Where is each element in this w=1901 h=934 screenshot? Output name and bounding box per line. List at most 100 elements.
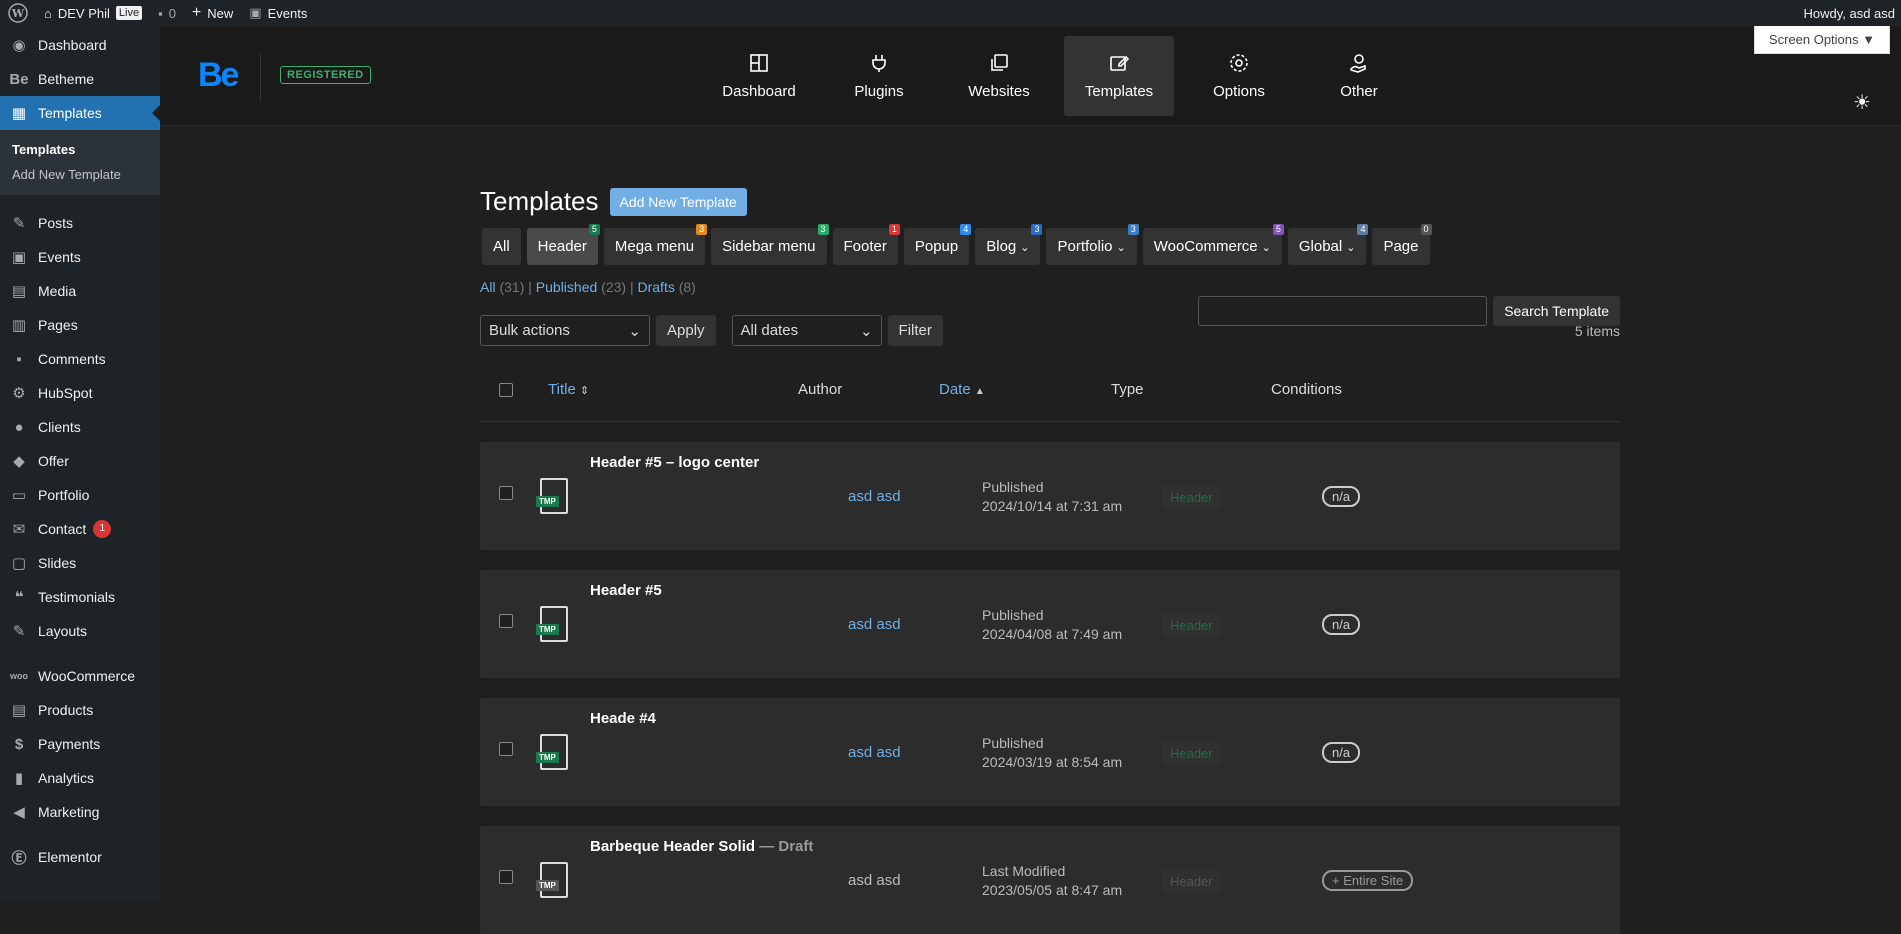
- cat-popup[interactable]: Popup 4: [903, 224, 972, 265]
- sidebar-item-hubspot[interactable]: ⚙ HubSpot: [0, 376, 160, 410]
- bulk-actions-select[interactable]: Bulk actions ⌄: [480, 315, 650, 346]
- sidebar-item-label: Payments: [38, 736, 101, 752]
- row-title[interactable]: Heade #4: [590, 710, 656, 727]
- row-checkbox[interactable]: [499, 742, 513, 756]
- comment-icon: ▪: [158, 5, 163, 21]
- sidebar-item-posts[interactable]: ✎ Posts: [0, 206, 160, 240]
- cat-blog[interactable]: Blog ⌄ 3: [975, 224, 1043, 265]
- archive-icon: ▤: [11, 702, 27, 719]
- comments-link[interactable]: ▪ 0: [150, 0, 184, 26]
- topnav-options[interactable]: Options: [1184, 36, 1294, 116]
- sidebar-item-elementor[interactable]: Ⓔ Elementor: [0, 840, 160, 874]
- hubspot-icon: ⚙: [12, 385, 26, 402]
- sun-icon[interactable]: ☀: [1853, 90, 1871, 115]
- filter-published[interactable]: Published: [536, 279, 598, 295]
- apply-button[interactable]: Apply: [656, 315, 716, 346]
- sidebar-item-clients[interactable]: ● Clients: [0, 410, 160, 444]
- filter-all[interactable]: All: [480, 279, 496, 295]
- site-name-link[interactable]: ⌂ DEV Phil Live: [36, 0, 150, 26]
- sidebar-item-contact[interactable]: ✉ Contact 1: [0, 512, 160, 546]
- row-title[interactable]: Header #5: [590, 582, 662, 599]
- row-checkbox[interactable]: [499, 614, 513, 628]
- cat-all[interactable]: All: [482, 228, 521, 265]
- topnav-dashboard[interactable]: Dashboard: [704, 36, 814, 116]
- dashboard-icon: ◉: [12, 37, 26, 54]
- cat-portfolio[interactable]: Portfolio ⌄ 3: [1046, 224, 1139, 265]
- calendar-icon: ▣: [11, 249, 27, 266]
- search-template-button[interactable]: Search Template: [1493, 296, 1620, 326]
- comments-count: 0: [168, 5, 176, 21]
- cat-mega-menu[interactable]: Mega menu 3: [603, 224, 708, 265]
- row-type-badge: Header: [1162, 742, 1221, 765]
- sidebar-item-label: Offer: [38, 453, 69, 469]
- add-new-template-button[interactable]: Add New Template: [609, 187, 747, 216]
- dates-select[interactable]: All dates ⌄: [731, 315, 882, 346]
- sidebar-item-layouts[interactable]: ✎ Layouts: [0, 614, 160, 648]
- row-author[interactable]: asd asd: [848, 488, 901, 505]
- row-author[interactable]: asd asd: [848, 616, 901, 633]
- row-conditions-badge[interactable]: n/a: [1322, 486, 1361, 507]
- sidebar-item-testimonials[interactable]: ❝ Testimonials: [0, 580, 160, 614]
- topnav-websites[interactable]: Websites: [944, 36, 1054, 116]
- cat-page[interactable]: Page 0: [1372, 224, 1432, 265]
- row-conditions-badge[interactable]: n/a: [1322, 614, 1361, 635]
- cat-header[interactable]: Header 5: [526, 224, 600, 265]
- my-account-link[interactable]: Howdy, asd asd: [1803, 0, 1895, 26]
- cat-count: 4: [960, 224, 972, 235]
- row-checkbox[interactable]: [499, 486, 513, 500]
- events-link[interactable]: ▣ Events: [241, 0, 315, 26]
- cat-count: 3: [817, 224, 829, 235]
- filter-drafts[interactable]: Drafts: [638, 279, 675, 295]
- sidebar-item-events[interactable]: ▣ Events: [0, 240, 160, 274]
- wordpress-logo-icon[interactable]: W: [0, 0, 36, 26]
- topnav-other[interactable]: Other: [1304, 36, 1414, 116]
- template-file-icon: TMP: [536, 862, 568, 898]
- col-date[interactable]: Date ▲: [939, 381, 1111, 398]
- submenu-add-new-template[interactable]: Add New Template: [0, 162, 160, 187]
- screen-options-button[interactable]: Screen Options ▼: [1753, 26, 1890, 54]
- sidebar-item-slides[interactable]: ▢ Slides: [0, 546, 160, 580]
- sidebar-item-media[interactable]: ▤ Media: [0, 274, 160, 308]
- sidebar-item-label: Clients: [38, 419, 81, 435]
- row-conditions-badge[interactable]: n/a: [1322, 742, 1361, 763]
- sidebar-item-offer[interactable]: ◆ Offer: [0, 444, 160, 478]
- cat-woocommerce[interactable]: WooCommerce ⌄ 5: [1142, 224, 1284, 265]
- betheme-logo[interactable]: Be: [198, 56, 239, 95]
- sidebar-item-analytics[interactable]: ▮ Analytics: [0, 761, 160, 795]
- cat-label: Global: [1298, 238, 1343, 255]
- new-content-link[interactable]: + New: [184, 0, 241, 26]
- cat-global[interactable]: Global ⌄ 4: [1287, 224, 1369, 265]
- search-input[interactable]: [1198, 296, 1488, 326]
- sidebar-item-portfolio[interactable]: ▭ Portfolio: [0, 478, 160, 512]
- row-title[interactable]: Header #5 – logo center: [590, 454, 759, 471]
- site-name: DEV Phil: [57, 5, 110, 21]
- col-title[interactable]: Title ⇕: [548, 381, 798, 398]
- sidebar-item-comments[interactable]: ▪ Comments: [0, 342, 160, 376]
- cat-footer[interactable]: Footer 1: [832, 224, 900, 265]
- cat-sidebar-menu[interactable]: Sidebar menu 3: [711, 224, 829, 265]
- sidebar-item-payments[interactable]: $ Payments: [0, 727, 160, 761]
- submenu-templates[interactable]: Templates: [0, 137, 160, 162]
- cat-label: Header: [537, 238, 587, 255]
- select-all-checkbox[interactable]: [499, 382, 513, 397]
- sidebar-item-dashboard[interactable]: ◉ Dashboard: [0, 28, 160, 62]
- topnav-label: Plugins: [854, 82, 904, 100]
- admin-bar: W ⌂ DEV Phil Live ▪ 0 + New ▣ Events How…: [0, 0, 1901, 26]
- filter-button[interactable]: Filter: [887, 315, 943, 346]
- sidebar-item-templates[interactable]: ▦ Templates: [0, 96, 160, 130]
- contact-count-badge: 1: [93, 520, 112, 538]
- sidebar-item-products[interactable]: ▤ Products: [0, 693, 160, 727]
- row-type-badge: Header: [1162, 614, 1221, 637]
- topnav-plugins[interactable]: Plugins: [824, 36, 934, 116]
- logo-divider: [260, 53, 261, 101]
- sidebar-item-marketing[interactable]: ◀ Marketing: [0, 795, 160, 829]
- sidebar-item-betheme[interactable]: Be Betheme: [0, 62, 160, 96]
- sidebar-item-pages[interactable]: ▥ Pages: [0, 308, 160, 342]
- row-title[interactable]: Barbeque Header Solid — Draft: [590, 838, 813, 855]
- websites-icon: [991, 53, 1008, 71]
- row-conditions-badge[interactable]: + Entire Site: [1322, 870, 1414, 891]
- row-checkbox[interactable]: [499, 870, 513, 884]
- sidebar-item-woocommerce[interactable]: woo WooCommerce: [0, 659, 160, 693]
- topnav-templates[interactable]: Templates: [1064, 36, 1174, 116]
- row-author[interactable]: asd asd: [848, 744, 901, 761]
